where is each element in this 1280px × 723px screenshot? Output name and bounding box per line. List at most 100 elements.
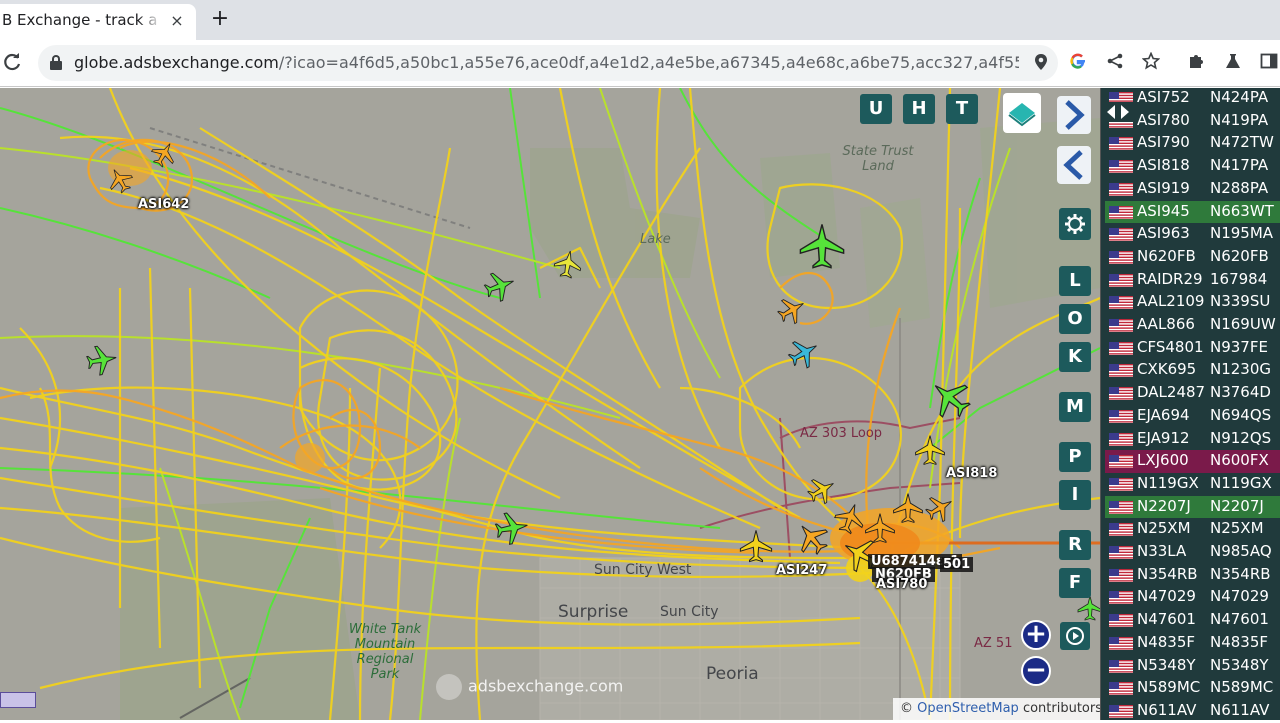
aircraft-label-asi642[interactable]: ASI642 xyxy=(138,197,189,212)
settings-button[interactable] xyxy=(1059,208,1091,240)
us-flag-icon xyxy=(1109,636,1133,650)
zoom-in-button[interactable]: + xyxy=(1021,620,1051,650)
url-text[interactable]: globe.adsbexchange.com/?icao=a4f6d5,a50b… xyxy=(74,45,1019,81)
table-row[interactable]: ASI919 N288PA xyxy=(1105,178,1280,201)
table-row[interactable]: ASI790 N472TW xyxy=(1105,132,1280,155)
openstreetmap-link[interactable]: OpenStreetMap xyxy=(917,701,1019,716)
table-row[interactable]: N354RB N354RB xyxy=(1105,564,1280,587)
side-panel-icon[interactable] xyxy=(1258,52,1280,74)
registration: N169UW xyxy=(1210,315,1276,333)
table-row[interactable]: ASI963 N195MA xyxy=(1105,223,1280,246)
registration: N25XM xyxy=(1210,519,1264,538)
table-row[interactable]: AAL2109 N339SU xyxy=(1105,291,1280,314)
reload-icon[interactable] xyxy=(0,51,24,75)
button-o[interactable]: O xyxy=(1059,304,1091,334)
registration: N620FB xyxy=(1210,246,1269,265)
table-row[interactable]: CFS4801 N937FE xyxy=(1105,337,1280,360)
table-row[interactable]: N47029 N47029 xyxy=(1105,586,1280,609)
address-bar[interactable]: globe.adsbexchange.com/?icao=a4f6d5,a50b… xyxy=(38,45,1058,81)
table-row[interactable]: N119GX N119GX xyxy=(1105,473,1280,496)
bookmark-star-icon[interactable] xyxy=(1140,51,1162,74)
collapse-panel-button[interactable] xyxy=(1057,146,1091,184)
us-flag-icon xyxy=(1109,477,1133,491)
table-row[interactable]: CXK695 N1230G xyxy=(1105,359,1280,382)
table-row[interactable]: N33LA N985AQ xyxy=(1105,541,1280,564)
new-tab-button[interactable]: + xyxy=(207,6,233,32)
button-i[interactable]: I xyxy=(1059,480,1091,510)
replay-button[interactable] xyxy=(1060,622,1090,650)
registration: N424PA xyxy=(1210,88,1269,106)
callsign: AAL2109 xyxy=(1137,292,1205,311)
registration: N4835F xyxy=(1210,632,1269,651)
us-flag-icon xyxy=(1109,455,1133,469)
button-u[interactable]: U xyxy=(860,94,892,124)
us-flag-icon xyxy=(1109,659,1133,673)
callsign: AAL866 xyxy=(1137,315,1195,333)
label-state-trust-land: State Trust Land xyxy=(842,144,914,174)
callsign: ASI752 xyxy=(1137,88,1190,106)
table-row[interactable]: EJA912 N912QS xyxy=(1105,428,1280,451)
callsign: LXJ600 xyxy=(1137,451,1189,470)
table-row[interactable]: RAIDR29 167984 xyxy=(1105,269,1280,292)
table-row[interactable]: N5348Y N5348Y xyxy=(1105,655,1280,678)
table-row[interactable]: ASI818 N417PA xyxy=(1105,155,1280,178)
google-icon[interactable] xyxy=(1067,52,1089,74)
map-attribution: © OpenStreetMap contributors. xyxy=(893,698,1100,720)
callsign: N33LA xyxy=(1137,542,1187,560)
table-row[interactable]: N4835F N4835F xyxy=(1105,632,1280,655)
callsign: N4835F xyxy=(1137,632,1196,651)
table-row[interactable]: DAL2487 N3764D xyxy=(1105,382,1280,405)
us-flag-icon xyxy=(1109,250,1133,264)
button-l[interactable]: L xyxy=(1059,266,1091,296)
tab-title: B Exchange - track a xyxy=(2,11,158,29)
button-f[interactable]: F xyxy=(1059,568,1091,598)
aircraft-label-asi247[interactable]: ASI247 xyxy=(776,563,827,578)
share-icon[interactable] xyxy=(1104,52,1126,74)
callsign: DAL2487 xyxy=(1137,383,1206,402)
us-flag-icon xyxy=(1109,160,1133,174)
button-m[interactable]: M xyxy=(1059,392,1091,422)
active-tab[interactable]: B Exchange - track a × xyxy=(0,4,196,40)
zoom-out-button[interactable]: − xyxy=(1021,656,1051,686)
layers-button[interactable] xyxy=(1003,93,1041,133)
button-p[interactable]: P xyxy=(1059,442,1091,472)
button-h[interactable]: H xyxy=(903,94,935,124)
table-row[interactable]: AAL866 N169UW xyxy=(1105,314,1280,337)
aircraft-label-cluster2[interactable]: 501 xyxy=(940,557,974,572)
table-row[interactable]: LXJ600 N600FX xyxy=(1105,450,1280,473)
us-flag-icon xyxy=(1109,682,1133,696)
table-row[interactable]: ASI945 N663WT xyxy=(1105,200,1280,224)
button-r[interactable]: R xyxy=(1059,530,1091,560)
registration: N3764D xyxy=(1210,383,1271,402)
table-row[interactable]: N611AV N611AV xyxy=(1105,700,1280,723)
map-view[interactable]: State Trust Land Lake AZ 303 Loop White T… xyxy=(0,88,1100,720)
puzzle-icon[interactable] xyxy=(1185,52,1207,74)
callsign: ASI780 xyxy=(1137,110,1190,129)
map-canvas[interactable] xyxy=(0,88,1100,720)
table-row[interactable]: N2207J N2207J xyxy=(1105,495,1280,519)
label-surprise: Surprise xyxy=(558,602,629,622)
button-k[interactable]: K xyxy=(1059,342,1091,372)
location-pin-icon[interactable] xyxy=(1031,53,1051,73)
scale-box xyxy=(0,692,36,708)
registration: N611AV xyxy=(1210,700,1270,719)
us-flag-icon xyxy=(1109,296,1133,310)
registration: N354RB xyxy=(1210,564,1271,583)
table-row[interactable]: N25XM N25XM xyxy=(1105,518,1280,541)
registration: N589MC xyxy=(1210,678,1274,697)
aircraft-label-asi780[interactable]: ASI780 xyxy=(876,577,927,592)
table-row[interactable]: N620FB N620FB xyxy=(1105,246,1280,269)
button-t[interactable]: T xyxy=(946,94,978,124)
table-row[interactable]: EJA694 N694QS xyxy=(1105,405,1280,428)
table-row[interactable]: N47601 N47601 xyxy=(1105,609,1280,632)
resize-handle[interactable] xyxy=(1103,102,1133,122)
expand-panel-button[interactable] xyxy=(1057,96,1091,134)
us-flag-icon xyxy=(1109,546,1133,559)
adsbexchange-watermark: adsbexchange.com xyxy=(436,674,623,700)
lock-icon[interactable] xyxy=(50,55,62,70)
aircraft-table[interactable]: ASI752 N424PA ASI780 N419PA ASI790 N472TW ASI8… xyxy=(1100,88,1280,720)
table-row[interactable]: N589MC N589MC xyxy=(1105,677,1280,700)
flask-icon[interactable] xyxy=(1222,52,1244,74)
tab-close-icon[interactable]: × xyxy=(168,12,186,30)
aircraft-label-asi818[interactable]: ASI818 xyxy=(946,466,997,481)
